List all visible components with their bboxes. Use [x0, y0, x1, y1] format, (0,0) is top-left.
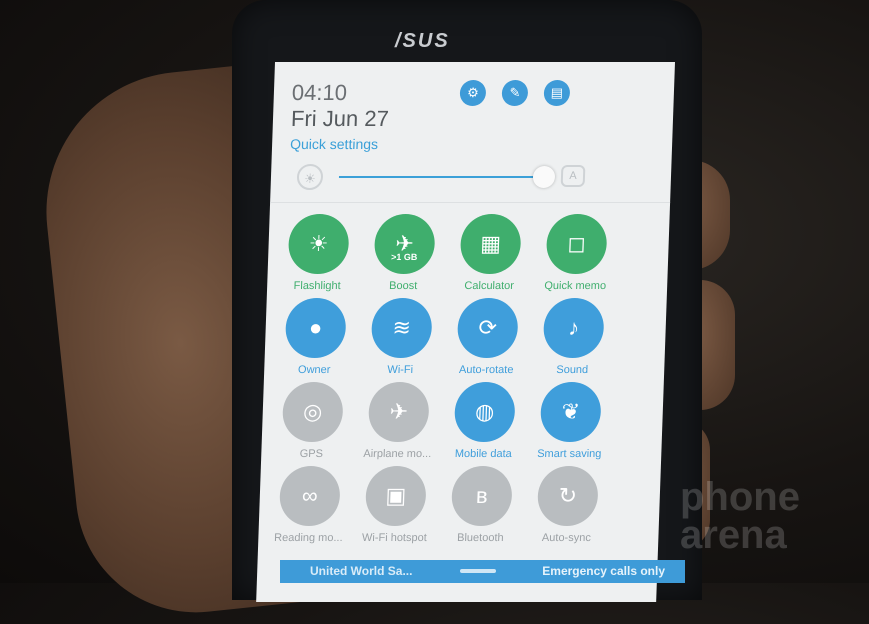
speaker-icon-glyph: ♪ [567, 315, 580, 340]
rotate-icon-glyph: ⟳ [478, 315, 498, 340]
wifi-icon-glyph: ≋ [392, 315, 412, 340]
tile-label: GPS [299, 448, 324, 460]
brand-logo: /SUS [395, 30, 450, 52]
photo-scene: /SUS 04:10 Fri Jun 27 Quick settings ⚙ ✎… [0, 0, 869, 624]
memo-icon[interactable]: ◻ [545, 214, 608, 274]
tile-gps[interactable]: ◎ GPS [271, 382, 354, 460]
tile-owner[interactable]: ● Owner [274, 298, 357, 376]
tile-label: Wi-Fi hotspot [361, 532, 427, 544]
tile-calculator[interactable]: ▦ Calculator [449, 214, 532, 292]
hotspot-icon-glyph: ▣ [385, 483, 407, 508]
globe-icon-glyph: ◍ [474, 399, 495, 424]
gps-icon-glyph: ◎ [302, 399, 323, 424]
edit-icon[interactable]: ✎ [501, 80, 529, 106]
calculator-icon-glyph: ▦ [479, 231, 502, 256]
tile-flashlight[interactable]: ☀ Flashlight [277, 214, 360, 292]
tile-label: Airplane mo... [363, 448, 432, 460]
globe-icon[interactable]: ◍ [453, 382, 516, 442]
rotate-icon[interactable]: ⟳ [456, 298, 519, 358]
tile-sub-label: >1 GB [390, 252, 418, 262]
tile-label: Boost [388, 280, 418, 292]
bluetooth-icon-glyph: ʙ [475, 483, 489, 508]
tile-label: Reading mo... [273, 532, 343, 544]
leaf-icon[interactable]: ❦ [539, 382, 602, 442]
tile-airplane[interactable]: ✈ Airplane mo... [357, 382, 440, 460]
tile-boost[interactable]: ✈ >1 GB Boost [363, 214, 446, 292]
quick-settings-label: Quick settings [289, 136, 379, 152]
tile-auto-sync[interactable]: ↻ Auto-sync [526, 466, 609, 544]
memo-icon-glyph: ◻ [567, 231, 587, 256]
tile-label: Flashlight [293, 280, 341, 292]
auto-brightness-icon[interactable]: A [560, 165, 586, 187]
tile-label: Quick memo [544, 280, 607, 292]
glasses-icon-glyph: ∞ [301, 483, 319, 508]
tile-reading-mode[interactable]: ∞ Reading mo... [268, 466, 351, 544]
flashlight-icon-glyph: ☀ [308, 231, 329, 256]
tile-label: Auto-sync [541, 532, 592, 544]
tile-smart-saving[interactable]: ❦ Smart saving [529, 382, 612, 460]
tile-label: Smart saving [536, 448, 602, 460]
tile-label: Wi-Fi [387, 364, 414, 376]
tile-mobile-data[interactable]: ◍ Mobile data [443, 382, 526, 460]
emergency-label: Emergency calls only [542, 564, 665, 578]
brightness-slider[interactable] [338, 176, 545, 178]
clock: 04:10 [291, 80, 348, 105]
tile-label: Sound [556, 364, 589, 376]
quick-settings-panel: 04:10 Fri Jun 27 Quick settings ⚙ ✎ ▤ ☀ … [256, 62, 675, 602]
bluetooth-icon[interactable]: ʙ [450, 466, 513, 526]
tile-label: Calculator [464, 280, 515, 292]
gps-icon[interactable]: ◎ [281, 382, 344, 442]
divider [270, 202, 671, 203]
airplane-icon-glyph: ✈ [389, 399, 409, 424]
sync-icon-glyph: ↻ [558, 483, 578, 508]
tile-auto-rotate[interactable]: ⟳ Auto-rotate [446, 298, 529, 376]
person-icon-glyph: ● [308, 315, 323, 340]
calculator-icon[interactable]: ▦ [459, 214, 522, 274]
sync-icon[interactable]: ↻ [536, 466, 599, 526]
airplane-icon[interactable]: ✈ [367, 382, 430, 442]
notes-icon[interactable]: ▤ [543, 80, 571, 106]
tile-quick-memo[interactable]: ◻ Quick memo [535, 214, 618, 292]
hotspot-icon[interactable]: ▣ [364, 466, 427, 526]
brightness-icon: ☀ [296, 164, 324, 190]
carrier-label: United World Sa... [310, 564, 413, 578]
tile-label: Owner [297, 364, 331, 376]
tile-wifi[interactable]: ≋ Wi-Fi [360, 298, 443, 376]
wifi-icon[interactable]: ≋ [370, 298, 433, 358]
drag-handle[interactable] [460, 569, 496, 573]
person-icon[interactable]: ● [284, 298, 347, 358]
tile-hotspot[interactable]: ▣ Wi-Fi hotspot [354, 466, 437, 544]
flashlight-icon[interactable]: ☀ [287, 214, 350, 274]
tile-label: Auto-rotate [458, 364, 514, 376]
tile-bluetooth[interactable]: ʙ Bluetooth [440, 466, 523, 544]
watermark-logo: phone arena [680, 475, 800, 557]
tile-label: Bluetooth [456, 532, 504, 544]
leaf-icon-glyph: ❦ [561, 399, 581, 424]
rocket-icon[interactable]: ✈ >1 GB [373, 214, 436, 274]
tile-label: Mobile data [454, 448, 512, 460]
tile-sound[interactable]: ♪ Sound [532, 298, 615, 376]
date: Fri Jun 27 [290, 106, 390, 131]
settings-icon[interactable]: ⚙ [459, 80, 487, 106]
status-footer: United World Sa... Emergency calls only [280, 560, 685, 583]
glasses-icon[interactable]: ∞ [278, 466, 341, 526]
brightness-knob[interactable] [532, 166, 556, 188]
speaker-icon[interactable]: ♪ [542, 298, 605, 358]
